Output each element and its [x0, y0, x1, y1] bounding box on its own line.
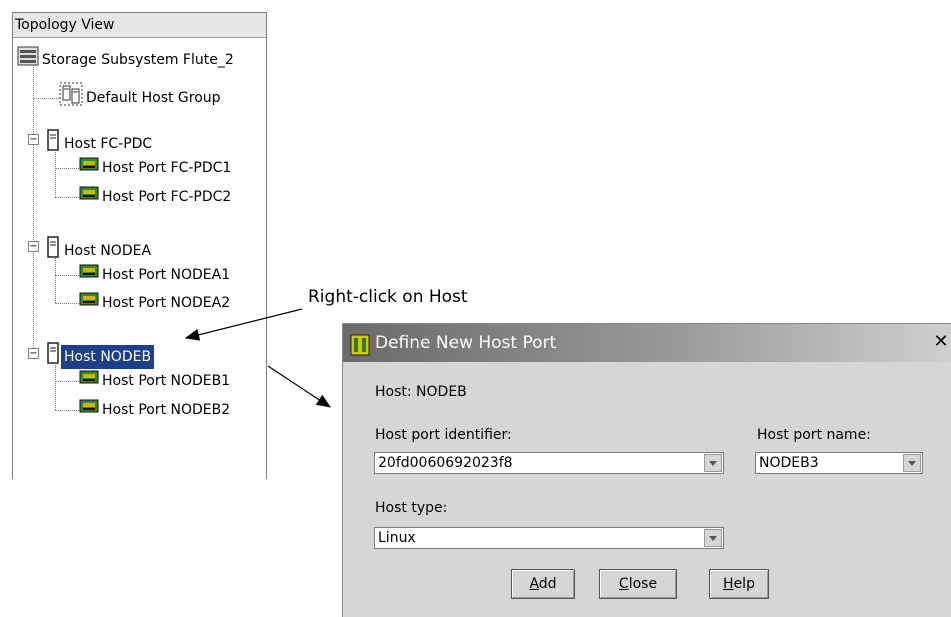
port-identifier-value: 20fd0060692023f8 — [378, 455, 513, 471]
port-name-value: NODEB3 — [759, 455, 819, 471]
app-icon — [349, 332, 371, 360]
define-host-port-dialog: Define New Host Port ✕ Host: NODEB Host … — [342, 323, 951, 617]
host-type-combo[interactable]: Linux — [374, 527, 724, 549]
arrow-to-host — [184, 308, 303, 341]
close-icon[interactable]: ✕ — [932, 333, 950, 351]
chevron-down-icon[interactable] — [704, 529, 722, 547]
port-name-label: Host port name: — [757, 427, 871, 443]
host-type-label: Host type: — [375, 500, 448, 516]
dialog-title: Define New Host Port — [375, 333, 557, 353]
close-button[interactable]: Close — [599, 569, 677, 599]
host-name-label: Host: NODEB — [375, 384, 467, 400]
help-button[interactable]: Help — [709, 569, 769, 599]
port-name-combo[interactable]: NODEB3 — [755, 452, 923, 474]
add-button[interactable]: Add — [511, 569, 575, 599]
host-type-value: Linux — [378, 530, 416, 546]
port-identifier-label: Host port identifier: — [375, 427, 512, 443]
dialog-titlebar[interactable]: Define New Host Port ✕ — [343, 324, 951, 362]
chevron-down-icon[interactable] — [903, 454, 921, 472]
port-identifier-combo[interactable]: 20fd0060692023f8 — [374, 452, 724, 474]
chevron-down-icon[interactable] — [704, 454, 722, 472]
arrow-to-dialog — [267, 365, 332, 408]
